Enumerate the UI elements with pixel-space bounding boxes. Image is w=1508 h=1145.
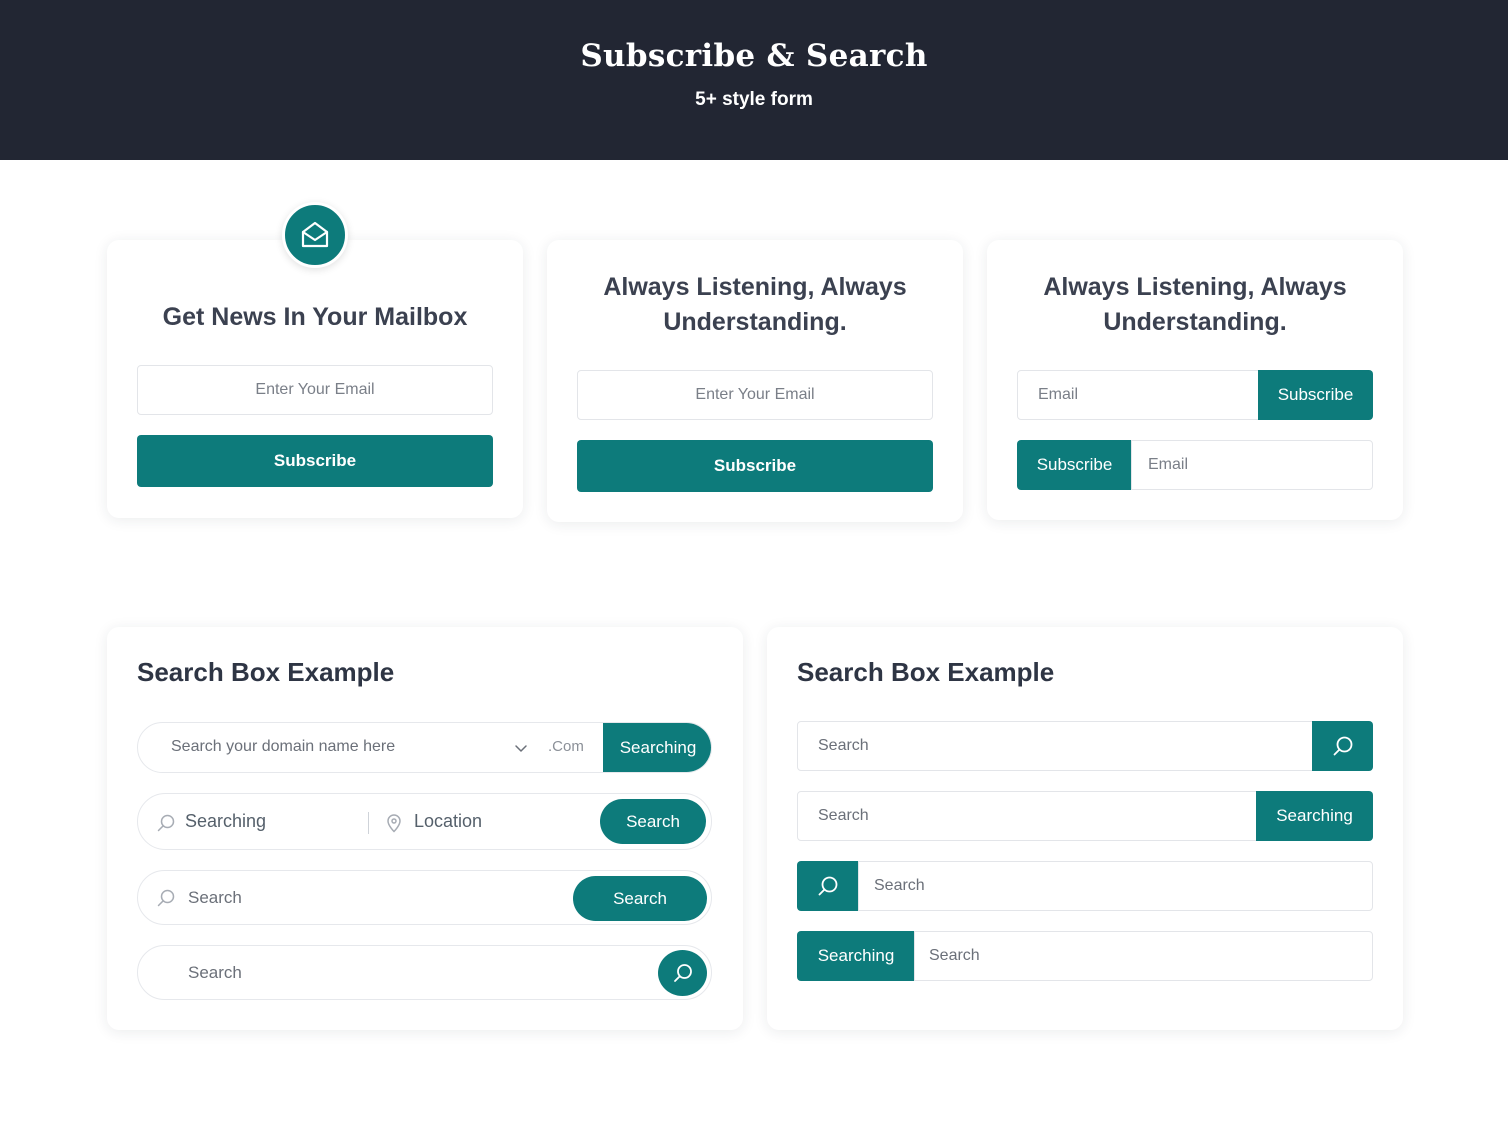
search-card-left: Search Box Example Search your domain na… (107, 627, 743, 1030)
subscribe-button[interactable]: Subscribe (137, 435, 493, 487)
search-icon-button[interactable] (797, 861, 859, 911)
search-icon (818, 876, 838, 896)
search-card-right: Search Box Example Search Search Searchi… (767, 627, 1403, 1030)
search-box-button-right: Search Searching (797, 791, 1373, 841)
search-icon (673, 964, 692, 982)
section-title: Search Box Example (797, 657, 1055, 687)
section-title: Search Box Example (137, 657, 395, 687)
search-icon (157, 814, 175, 832)
subscribe-card-inline: Always Listening, Always Understanding. … (987, 240, 1403, 520)
card-title: Always Listening, Always Understanding. (1043, 273, 1347, 336)
search-button[interactable]: Search (600, 799, 706, 844)
searching-button[interactable]: Searching (603, 723, 711, 772)
search-icon-button[interactable] (1312, 721, 1373, 771)
search-input[interactable]: Search (797, 791, 1257, 841)
search-input[interactable]: Search (797, 721, 1313, 771)
domain-suffix[interactable]: .Com (548, 738, 584, 755)
search-icon (157, 889, 175, 907)
envelope-open-icon (301, 221, 329, 248)
search-box-icon-right: Search (797, 721, 1373, 771)
icon-search-bar: Search (137, 945, 712, 1000)
search-icon (1333, 736, 1352, 756)
searching-button[interactable]: Searching (1256, 791, 1373, 841)
page-title: Subscribe & Search (580, 38, 928, 74)
search-icon-button[interactable] (658, 950, 707, 996)
subscribe-card-mailbox: Get News In Your Mailbox Enter Your Emai… (107, 202, 523, 518)
email-field[interactable]: Email (1017, 370, 1259, 420)
subscribe-button[interactable]: Subscribe (1017, 440, 1132, 490)
page-subtitle: 5+ style form (695, 89, 813, 110)
card-title: Always Listening, Always Understanding. (603, 273, 907, 336)
location-input[interactable]: Location (414, 811, 482, 832)
search-input[interactable]: Search (858, 861, 1373, 911)
job-search-bar: Searching Location Search (137, 793, 712, 850)
domain-search-bar: Search your domain name here .Com Search… (137, 722, 712, 773)
location-pin-icon (387, 814, 401, 833)
subscribe-card-listening: Always Listening, Always Understanding. … (547, 240, 963, 522)
search-button[interactable]: Search (573, 876, 707, 921)
keyword-input[interactable]: Searching (185, 811, 266, 832)
search-input[interactable]: Search (914, 931, 1373, 981)
search-box-button-left: Searching Search (797, 931, 1373, 981)
search-input[interactable]: Search (188, 888, 242, 908)
hero-header: Subscribe & Search 5+ style form (0, 0, 1508, 160)
email-field[interactable]: Email (1131, 440, 1373, 490)
divider (368, 812, 369, 834)
search-box-icon-left: Search (797, 861, 1373, 911)
subscribe-button[interactable]: Subscribe (1258, 370, 1373, 420)
email-field[interactable]: Enter Your Email (137, 365, 493, 415)
simple-search-bar: Search Search (137, 870, 712, 925)
email-field[interactable]: Enter Your Email (577, 370, 933, 420)
searching-button[interactable]: Searching (797, 931, 915, 981)
mail-badge (282, 202, 348, 268)
card-title: Get News In Your Mailbox (162, 303, 468, 331)
subscribe-button[interactable]: Subscribe (577, 440, 933, 492)
domain-search-input[interactable]: Search your domain name here (171, 738, 395, 756)
chevron-down-icon[interactable] (513, 740, 529, 756)
search-input[interactable]: Search (188, 963, 242, 983)
